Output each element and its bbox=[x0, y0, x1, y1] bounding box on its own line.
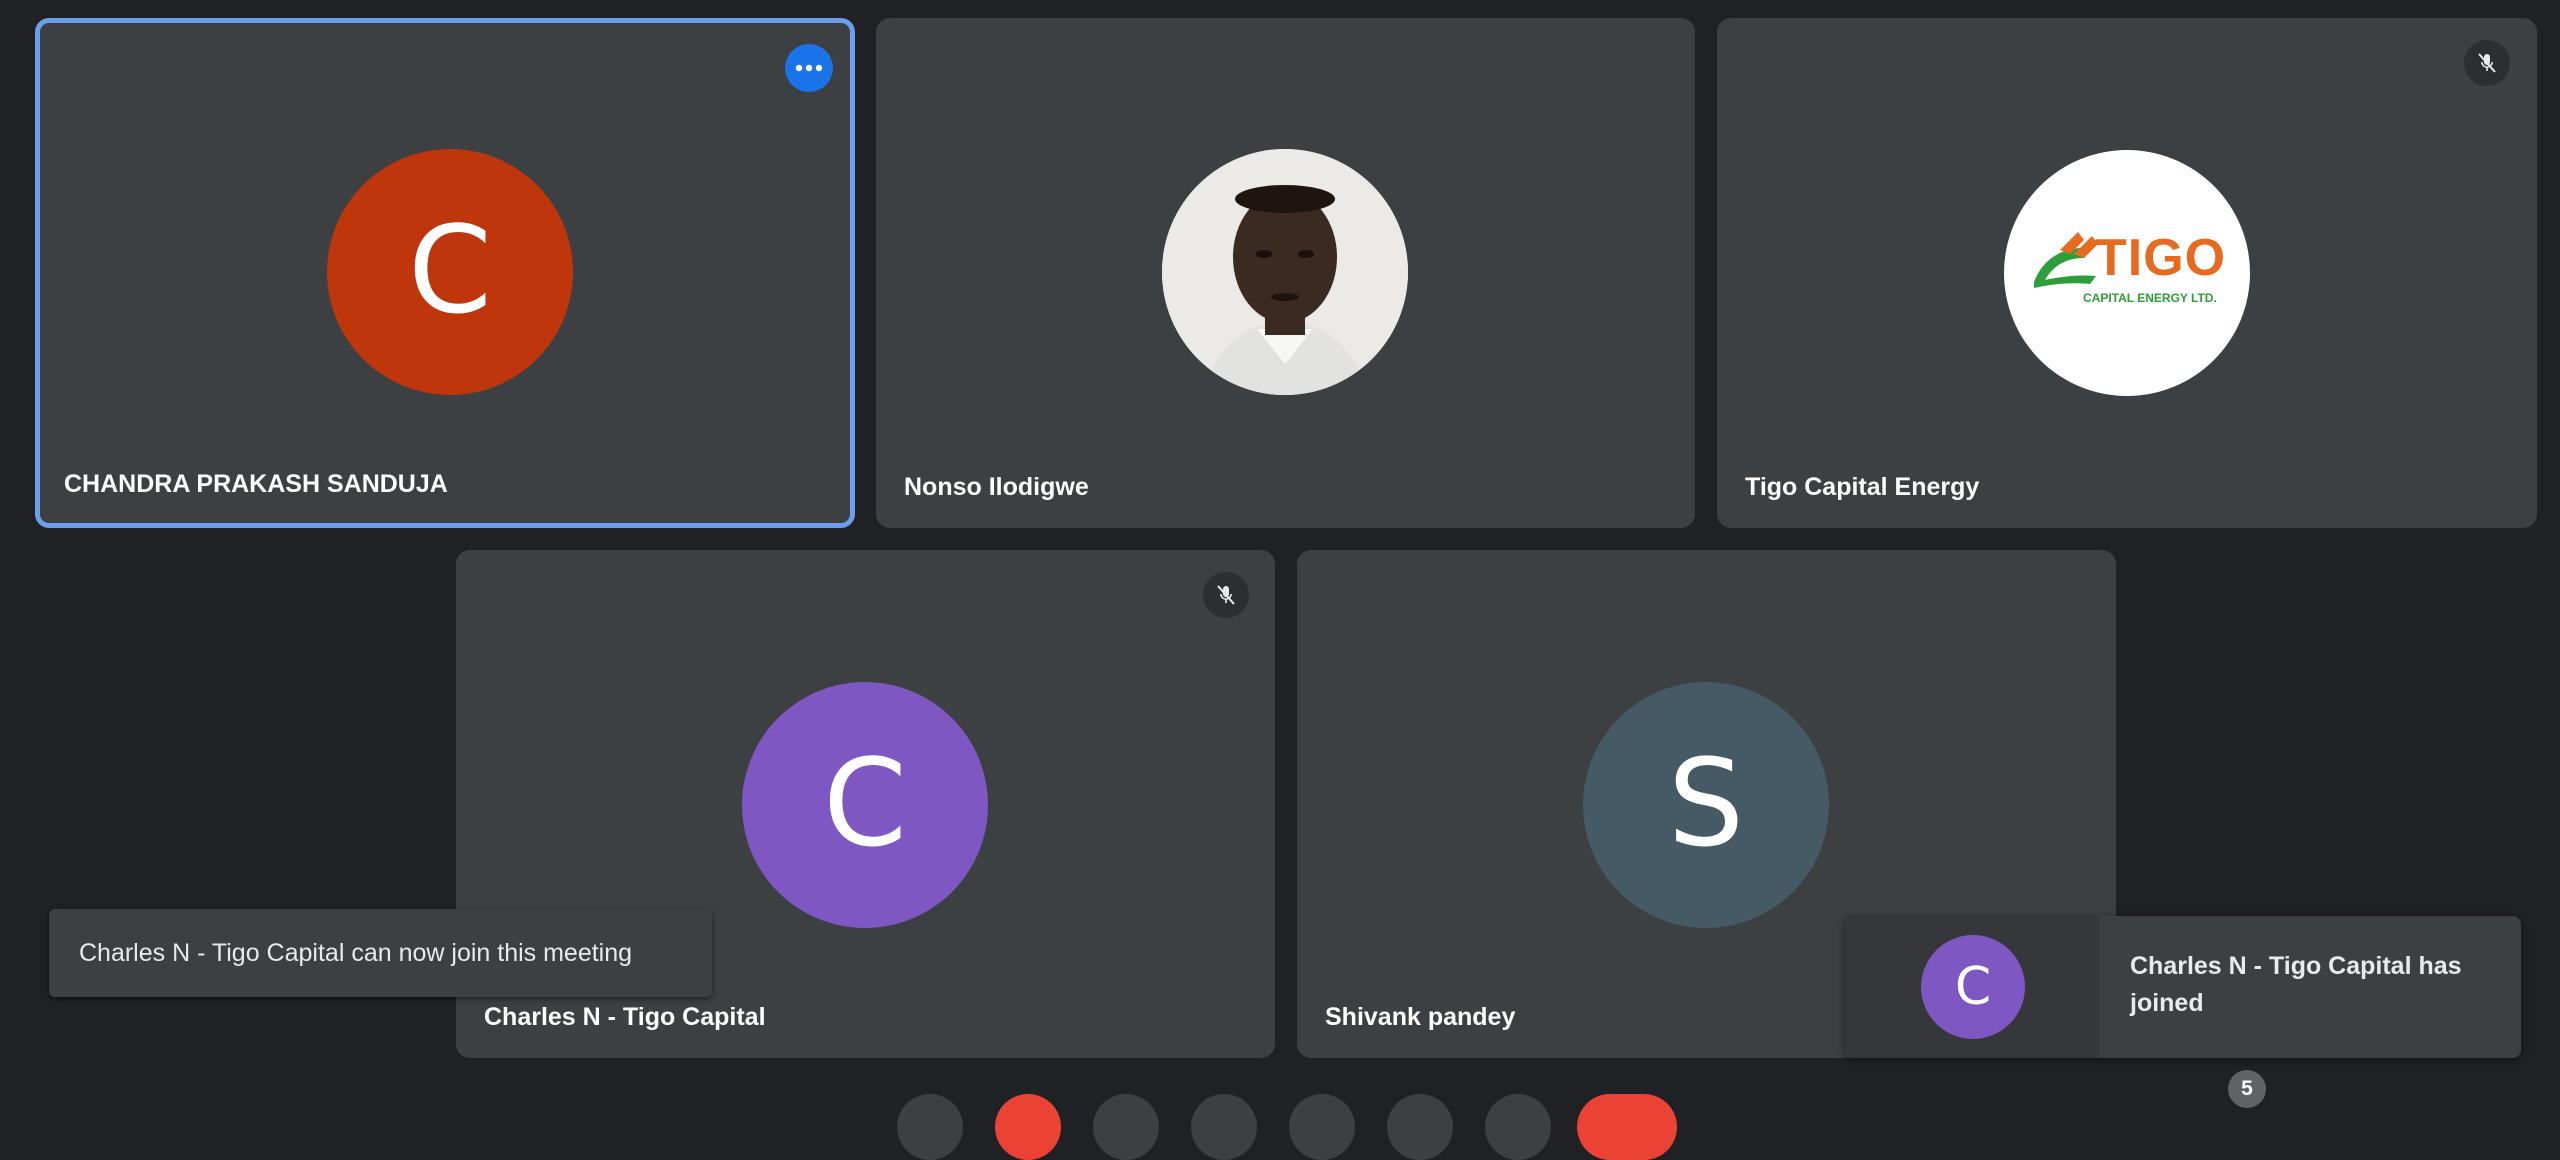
participant-name: Charles N - Tigo Capital bbox=[484, 1003, 766, 1031]
participant-count-badge: 5 bbox=[2228, 1070, 2266, 1108]
mic-off-icon bbox=[1217, 585, 1235, 605]
more-horizontal-icon bbox=[795, 64, 823, 72]
toast-message: Charles N - Tigo Capital can now join th… bbox=[79, 938, 633, 967]
avatar: S bbox=[1583, 682, 1829, 928]
avatar: C bbox=[742, 682, 988, 928]
leave-call-button[interactable] bbox=[1577, 1094, 1677, 1160]
control-button[interactable] bbox=[1387, 1094, 1453, 1160]
join-message: Charles N - Tigo Capital has joined bbox=[2130, 952, 2462, 1017]
participant-name: CHANDRA PRAKASH SANDUJA bbox=[64, 470, 448, 498]
avatar-initial: C bbox=[823, 735, 907, 874]
avatar-photo bbox=[1162, 149, 1408, 395]
control-button[interactable] bbox=[897, 1094, 963, 1160]
mic-off-indicator bbox=[1203, 572, 1249, 618]
participant-tile-tigo[interactable]: TIGO CAPITAL ENERGY LTD. Tigo Capital En… bbox=[1717, 18, 2537, 528]
avatar-initial: C bbox=[1954, 957, 1992, 1017]
join-notification[interactable]: C Charles N - Tigo Capital has joined bbox=[1845, 916, 2521, 1058]
mic-off-icon bbox=[2478, 53, 2496, 73]
avatar: C bbox=[327, 149, 573, 395]
mic-toggle-button[interactable] bbox=[995, 1094, 1061, 1160]
participant-tile-chandra[interactable]: C CHANDRA PRAKASH SANDUJA bbox=[35, 18, 855, 528]
control-button[interactable] bbox=[1191, 1094, 1257, 1160]
participant-name: Shivank pandey bbox=[1325, 1003, 1516, 1031]
participant-name: Tigo Capital Energy bbox=[1745, 473, 1980, 501]
logo-text: TIGO bbox=[2095, 229, 2227, 287]
mic-off-indicator bbox=[2464, 40, 2510, 86]
participant-tile-nonso[interactable]: Nonso Ilodigwe bbox=[876, 18, 1695, 528]
avatar-initial: C bbox=[408, 202, 492, 341]
avatar: C bbox=[1921, 935, 2025, 1039]
avatar-initial: S bbox=[1667, 735, 1745, 874]
control-button[interactable] bbox=[1093, 1094, 1159, 1160]
participant-name: Nonso Ilodigwe bbox=[904, 473, 1089, 501]
logo-subtext: CAPITAL ENERGY LTD. bbox=[2083, 291, 2217, 305]
more-options-button[interactable] bbox=[785, 44, 833, 92]
admit-toast: Charles N - Tigo Capital can now join th… bbox=[49, 909, 712, 997]
control-button[interactable] bbox=[1289, 1094, 1355, 1160]
control-button[interactable] bbox=[1485, 1094, 1551, 1160]
join-avatar-panel: C bbox=[1845, 916, 2099, 1058]
person-photo-icon bbox=[1162, 149, 1408, 395]
